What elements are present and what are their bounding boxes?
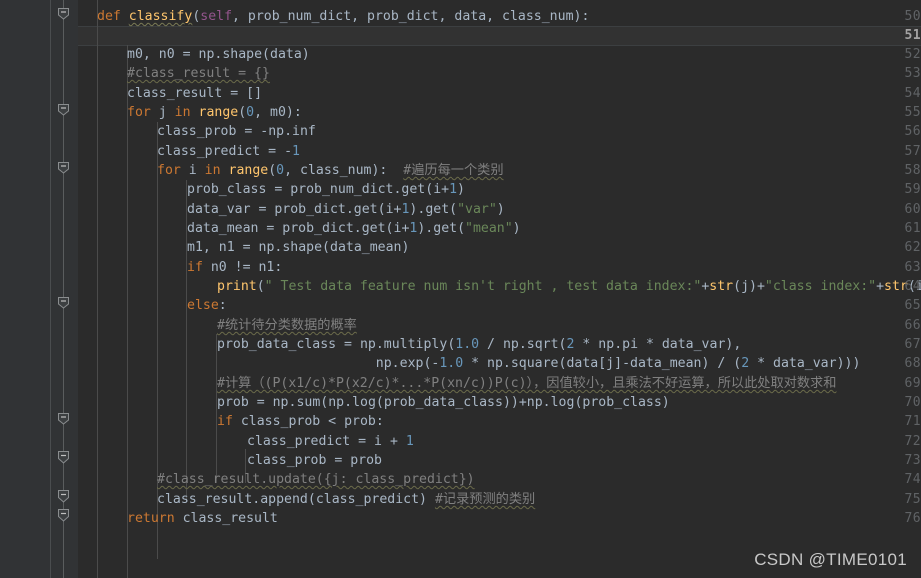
code-line-75[interactable]: class_result.append(class_predict) #记录预测… [157,490,535,509]
csdn-watermark: CSDN @TIME0101 [754,550,907,569]
code-line-58[interactable]: for i in range(0, class_num): #遍历每一个类别 [157,161,504,180]
code-editor[interactable]: def classify(self, prob_num_dict, prob_d… [0,0,921,578]
code-line-61[interactable]: data_mean = prob_dict.get(i+1).get("mean… [187,219,521,238]
code-line-51[interactable] [97,26,105,45]
code-line-68[interactable]: np.exp(-1.0 * np.square(data[j]-data_mea… [217,354,861,373]
line-number-74: 74 [904,472,921,487]
line-number-55: 55 [904,105,921,120]
code-line-76[interactable]: return class_result [127,509,278,528]
fold-marker-line-50[interactable] [57,7,70,20]
line-number-61: 61 [904,221,921,236]
line-number-64: 64 [904,279,921,294]
fold-marker-line-65[interactable] [57,296,70,309]
code-line-72[interactable]: class_predict = i + 1 [247,432,414,451]
line-number-73: 73 [904,453,921,468]
code-line-54[interactable]: class_result = [] [127,84,262,103]
code-line-55[interactable]: for j in range(0, m0): [127,103,302,122]
line-number-71: 71 [904,414,921,429]
line-number-72: 72 [904,434,921,449]
code-text-layer[interactable]: def classify(self, prob_num_dict, prob_d… [79,0,921,578]
line-number-66: 66 [904,318,921,333]
code-line-59[interactable]: prob_class = prob_num_dict.get(i+1) [187,180,465,199]
code-line-69[interactable]: #计算（(P(x1/c)*P(x2/c)*...*P(xn/c))P(c)），因… [217,374,836,393]
line-number-75: 75 [904,492,921,507]
code-line-67[interactable]: prob_data_class = np.multiply(1.0 / np.s… [217,335,741,354]
code-line-73[interactable]: class_prob = prob [247,451,382,470]
editor-gutter[interactable] [0,0,50,578]
line-number-54: 54 [904,86,921,101]
code-line-60[interactable]: data_var = prob_dict.get(i+1).get("var") [187,200,505,219]
fold-marker-line-55[interactable] [57,103,70,116]
code-line-70[interactable]: prob = np.sum(np.log(prob_data_class))+n… [217,393,670,412]
code-line-50[interactable]: def classify(self, prob_num_dict, prob_d… [97,7,589,26]
line-number-69: 69 [904,376,921,391]
code-line-66[interactable]: #统计待分类数据的概率 [217,316,357,335]
line-number-50: 50 [904,9,921,24]
line-number-63: 63 [904,260,921,275]
line-number-56: 56 [904,124,921,139]
line-number-59: 59 [904,182,921,197]
code-line-57[interactable]: class_predict = -1 [157,142,300,161]
fold-marker-line-75[interactable] [57,490,70,503]
fold-marker-line-58[interactable] [57,161,70,174]
fold-marker-line-76[interactable] [57,509,70,522]
line-number-67: 67 [904,337,921,352]
line-number-76: 76 [904,511,921,526]
line-number-52: 52 [904,47,921,62]
code-line-63[interactable]: if n0 != n1: [187,258,282,277]
line-number-53: 53 [904,66,921,81]
line-number-57: 57 [904,144,921,159]
line-number-68: 68 [904,356,921,371]
line-number-60: 60 [904,202,921,217]
line-number-51: 51 [904,28,921,43]
line-number-70: 70 [904,395,921,410]
line-number-65: 65 [904,298,921,313]
code-line-74[interactable]: #class_result.update({j: class_predict}) [157,470,475,489]
code-line-71[interactable]: if class_prob < prob: [217,412,384,431]
code-line-56[interactable]: class_prob = -np.inf [157,122,316,141]
code-line-64[interactable]: print(" Test data feature num isn't righ… [217,277,921,296]
code-line-53[interactable]: #class_result = {} [127,64,270,83]
code-line-65[interactable]: else: [187,296,227,315]
line-number-58: 58 [904,163,921,178]
code-line-62[interactable]: m1, n1 = np.shape(data_mean) [187,238,409,257]
fold-marker-line-71[interactable] [57,412,70,425]
line-number-62: 62 [904,240,921,255]
code-line-52[interactable]: m0, n0 = np.shape(data) [127,45,310,64]
fold-marker-line-73[interactable] [57,451,70,464]
